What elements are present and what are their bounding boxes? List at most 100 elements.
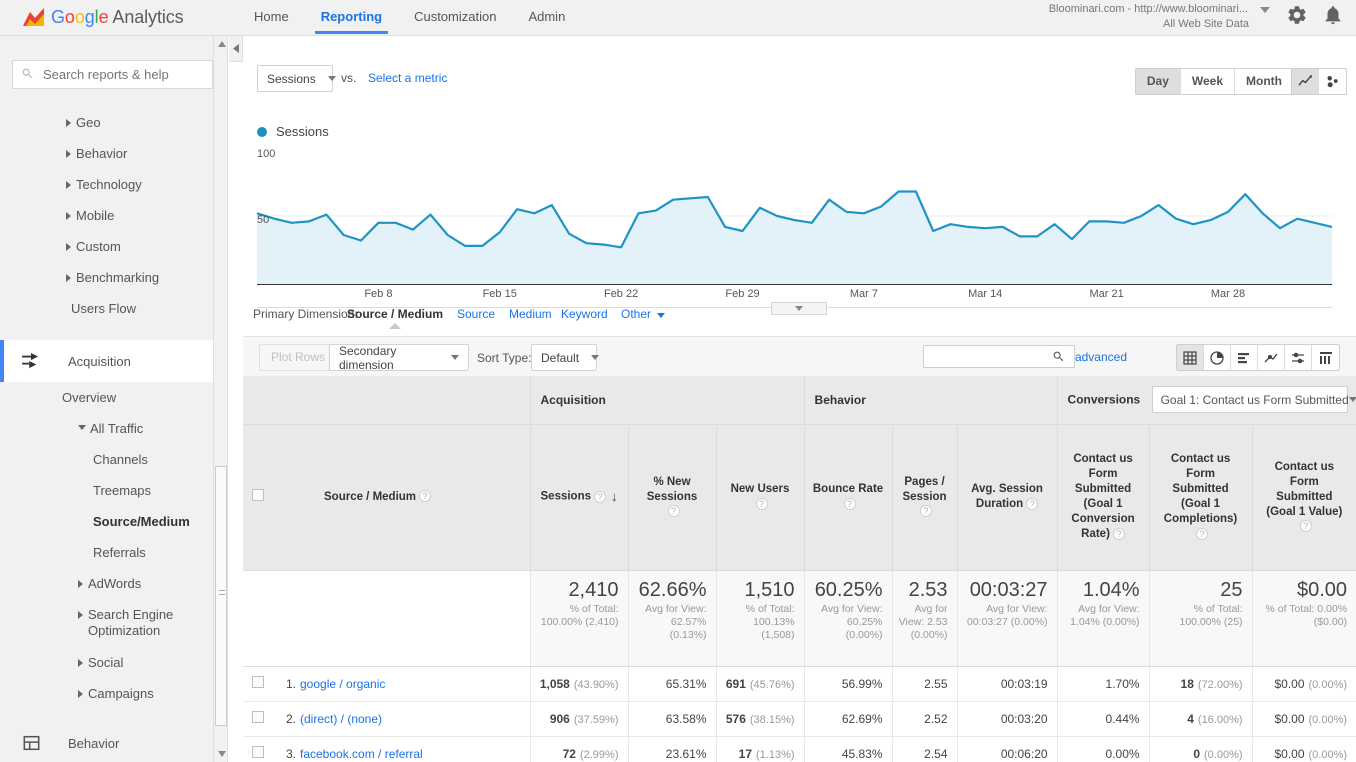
pie-chart-view-icon[interactable] (1204, 345, 1231, 370)
column-header-pages-session[interactable]: Pages / Session? (891, 424, 958, 571)
behavior-icon (16, 734, 46, 752)
sidebar-item-seo[interactable]: Search Engine Optimization (0, 599, 227, 647)
row-source-cell: 1. google / organic (272, 666, 530, 702)
account-selector[interactable]: Bloominari.com - http://www.bloominari..… (1049, 2, 1270, 32)
advanced-link[interactable]: advanced (1075, 350, 1127, 364)
column-header-bounce-rate[interactable]: Bounce Rate? (803, 424, 893, 571)
row-source-link[interactable]: facebook.com / referral (300, 747, 423, 761)
help-icon[interactable]: ? (755, 497, 768, 510)
help-icon[interactable]: ? (1026, 497, 1039, 510)
plot-rows-button[interactable]: Plot Rows (259, 344, 338, 371)
table-row[interactable]: 2. (direct) / (none) 906 (37.59%) 63.58% 5… (243, 701, 1356, 737)
table-search-box[interactable] (923, 345, 1075, 368)
sidebar-collapse-button[interactable] (229, 36, 243, 62)
table-row[interactable]: 1. google / organic 1,058 (43.90%) 65.31% … (243, 666, 1356, 702)
timescale-month[interactable]: Month (1235, 69, 1293, 94)
column-header-goal1-value[interactable]: Contact us Form Submitted (Goal 1 Value)… (1251, 424, 1356, 571)
sidebar-section-acquisition[interactable]: Acquisition (0, 340, 227, 382)
cell-goal-rate: 0.44% (1056, 701, 1150, 737)
sidebar-item-campaigns[interactable]: Campaigns (0, 678, 227, 709)
sidebar-item-geo[interactable]: Geo (0, 107, 227, 138)
sidebar-item-technology[interactable]: Technology (0, 169, 227, 200)
column-header-new-users[interactable]: New Users? (715, 424, 805, 571)
select-metric-link[interactable]: Select a metric (368, 71, 447, 85)
help-icon[interactable]: ? (1112, 527, 1125, 540)
cell-pct: (0.00%) (1308, 748, 1348, 761)
chevron-down-icon[interactable] (1260, 6, 1270, 13)
sidebar-item-behavior[interactable]: Behavior (0, 138, 227, 169)
nav-home[interactable]: Home (238, 0, 305, 34)
sidebar-item-overview[interactable]: Overview (0, 382, 227, 413)
metric-selector[interactable]: Sessions (257, 65, 336, 92)
dimension-link-medium[interactable]: Medium (509, 307, 552, 321)
sidebar-item-treemaps[interactable]: Treemaps (0, 475, 227, 506)
bell-icon[interactable] (1322, 4, 1344, 29)
column-header-avg-session-duration[interactable]: Avg. Session Duration? (956, 424, 1058, 571)
row-source-link[interactable]: (direct) / (none) (300, 712, 382, 726)
help-icon[interactable]: ? (419, 490, 432, 503)
bar-chart-view-icon[interactable] (1231, 345, 1258, 370)
row-checkbox[interactable] (251, 676, 264, 688)
sort-type-selector[interactable]: Default (531, 344, 600, 371)
sidebar-item-referrals[interactable]: Referrals (0, 537, 227, 568)
dimension-link-keyword[interactable]: Keyword (561, 307, 608, 321)
sidebar-section-behavior[interactable]: Behavior (0, 721, 227, 762)
sidebar-scrollbar[interactable] (213, 36, 227, 762)
select-all-checkbox[interactable] (251, 488, 264, 501)
row-checkbox[interactable] (251, 711, 264, 723)
sidebar-item-custom[interactable]: Custom (0, 231, 227, 262)
row-checkbox[interactable] (251, 746, 264, 758)
scroll-up-icon[interactable] (216, 38, 227, 50)
help-icon[interactable]: ? (1196, 527, 1209, 540)
select-all-checkbox-cell[interactable] (243, 424, 272, 571)
column-header-source-medium[interactable]: Source / Medium? (272, 424, 530, 571)
column-header-goal1-conversion-rate[interactable]: Contact us Form Submitted (Goal 1 Conver… (1056, 424, 1150, 571)
sidebar-item-benchmarking[interactable]: Benchmarking (0, 262, 227, 293)
dimension-link-source[interactable]: Source (457, 307, 495, 321)
column-header-new-sessions[interactable]: % New Sessions? (627, 424, 716, 571)
performance-view-icon[interactable] (1258, 345, 1285, 370)
row-checkbox-cell[interactable] (243, 701, 272, 737)
sidebar-item-source-medium[interactable]: Source/Medium (0, 506, 227, 537)
scrollbar-thumb[interactable] (215, 466, 227, 726)
sidebar-item-channels[interactable]: Channels (0, 444, 227, 475)
help-icon[interactable]: ? (1299, 520, 1312, 533)
table-view-icon[interactable] (1177, 345, 1204, 370)
nav-customization[interactable]: Customization (398, 0, 512, 34)
search-reports-box[interactable] (12, 60, 213, 89)
table-search-input[interactable] (924, 348, 1044, 365)
sidebar-item-all-traffic[interactable]: All Traffic (0, 413, 227, 444)
table-row[interactable]: 3. facebook.com / referral 72 (2.99%) 23.6… (243, 736, 1356, 762)
nav-reporting[interactable]: Reporting (305, 0, 398, 34)
secondary-dimension-selector[interactable]: Secondary dimension (329, 344, 469, 372)
timescale-day[interactable]: Day (1135, 69, 1181, 94)
sidebar-item-social[interactable]: Social (0, 647, 227, 678)
help-icon[interactable]: ? (843, 497, 856, 510)
cell-sessions: 72 (2.99%) (529, 736, 628, 762)
search-icon[interactable] (1044, 350, 1072, 363)
column-header-sessions[interactable]: Sessions? ↓ (529, 424, 628, 571)
pivot-view-icon[interactable] (1312, 345, 1339, 370)
help-icon[interactable]: ? (920, 505, 933, 518)
row-source-link[interactable]: google / organic (300, 677, 385, 691)
comparison-view-icon[interactable] (1285, 345, 1312, 370)
nav-admin[interactable]: Admin (512, 0, 581, 34)
row-checkbox-cell[interactable] (243, 666, 272, 702)
timescale-week[interactable]: Week (1180, 69, 1236, 94)
help-icon[interactable]: ? (594, 490, 606, 503)
sessions-chart[interactable]: 100 50 Feb 8 Feb 15 Feb 22 Feb 29 Mar 7 Mar 1… (243, 140, 1356, 308)
help-icon[interactable]: ? (667, 505, 680, 518)
sidebar-item-adwords[interactable]: AdWords (0, 568, 227, 599)
line-chart-icon[interactable] (1292, 69, 1319, 94)
chevron-down-icon[interactable] (657, 313, 665, 318)
scroll-down-icon[interactable] (216, 748, 227, 760)
search-input[interactable] (41, 66, 204, 83)
gear-icon[interactable] (1286, 4, 1308, 29)
sidebar-item-mobile[interactable]: Mobile (0, 200, 227, 231)
motion-chart-icon[interactable] (1319, 69, 1346, 94)
goal-selector[interactable]: Goal 1: Contact us Form Submitted (1151, 386, 1356, 414)
sidebar-item-users-flow[interactable]: Users Flow (0, 293, 227, 324)
dimension-link-other[interactable]: Other (621, 307, 651, 321)
column-header-goal1-completions[interactable]: Contact us Form Submitted (Goal 1 Comple… (1148, 424, 1253, 571)
row-checkbox-cell[interactable] (243, 736, 272, 762)
